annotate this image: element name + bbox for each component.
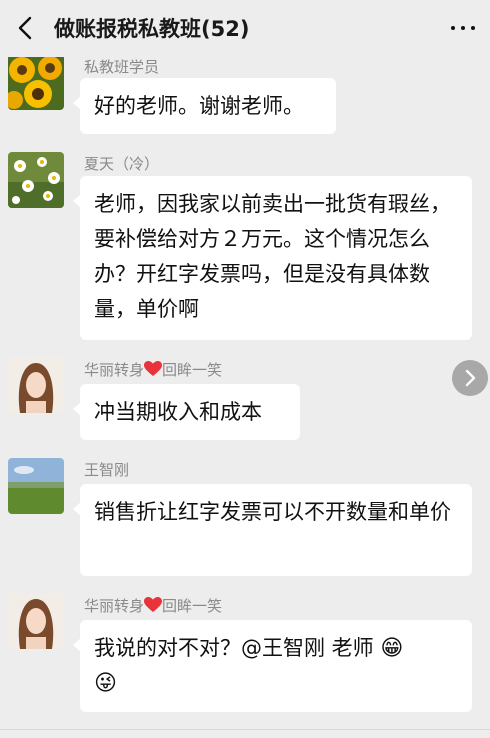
heart-icon [144, 597, 163, 612]
divider [0, 729, 490, 730]
sunflower-avatar[interactable] [8, 54, 64, 110]
message-bubble[interactable]: 老师，因我家以前卖出一批货有瑕丝，要补偿给对方２万元。这个情况怎么办？开红字发票… [73, 176, 472, 340]
message-bubble[interactable]: 好的老师。谢谢老师。 [73, 78, 336, 134]
message-bubble[interactable]: 销售折让红字发票可以不开数量和单价 [73, 484, 472, 576]
message-bubble[interactable]: 我说的对不对？@王智刚 老师 😁 😜 [73, 620, 472, 712]
sender-name: 华丽转身 回眸一笑 [84, 361, 222, 379]
woman-avatar[interactable] [8, 357, 64, 413]
wink-tongue-emoji-icon: 😜 [94, 671, 117, 696]
chat-header: 做账报税私教班(52) [0, 0, 490, 57]
back-chevron-icon[interactable] [14, 16, 38, 40]
chevron-right-icon[interactable] [452, 360, 488, 396]
more-dots-icon[interactable] [448, 16, 478, 40]
sender-name-prefix: 华丽转身 [84, 361, 145, 379]
sender-name: 夏天（冷） [84, 155, 160, 173]
message-text: 我说的对不对？@王智刚 老师 [94, 636, 374, 660]
sender-name-prefix: 华丽转身 [84, 597, 145, 615]
daisy-avatar[interactable] [8, 152, 64, 208]
message-bubble[interactable]: 冲当期收入和成本 [73, 384, 300, 440]
sender-name-suffix: 回眸一笑 [162, 361, 223, 379]
chat-title: 做账报税私教班(52) [54, 17, 250, 41]
sender-name: 华丽转身 回眸一笑 [84, 597, 222, 615]
sender-name-suffix: 回眸一笑 [162, 597, 223, 615]
heart-icon [144, 361, 163, 376]
grin-emoji-icon: 😁 [380, 636, 404, 661]
sender-name: 私教班学员 [84, 58, 160, 76]
meadow-avatar[interactable] [8, 458, 64, 514]
sender-name: 王智刚 [84, 461, 130, 479]
woman-avatar[interactable] [8, 593, 64, 649]
